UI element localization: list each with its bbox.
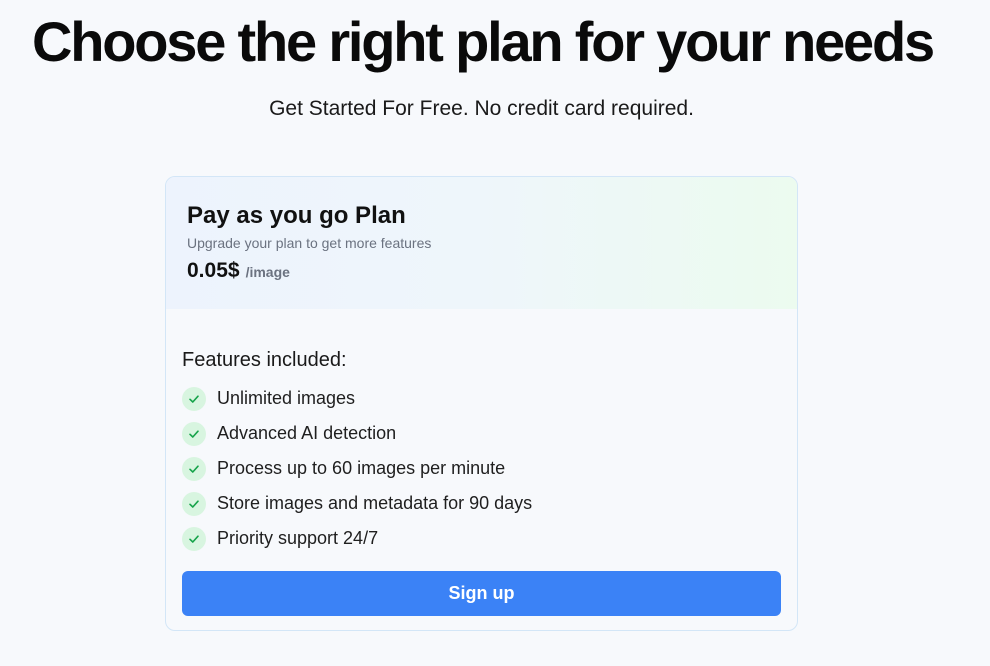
check-icon bbox=[182, 526, 206, 551]
page-title: Choose the right plan for your needs bbox=[32, 10, 935, 73]
feature-label: Advanced AI detection bbox=[217, 423, 397, 443]
plan-card: Pay as you go Plan Upgrade your plan to … bbox=[165, 176, 798, 631]
check-icon bbox=[182, 386, 206, 411]
feature-item: Unlimited images bbox=[182, 381, 781, 416]
feature-item: Store images and metadata for 90 days bbox=[182, 486, 781, 521]
page-subtitle: Get Started For Free. No credit card req… bbox=[269, 97, 694, 120]
check-icon bbox=[182, 456, 206, 481]
features-title: Features included: bbox=[182, 349, 347, 371]
price-row: 0.05$ /image bbox=[187, 259, 776, 283]
feature-list: Unlimited images Advanced AI detection P… bbox=[182, 381, 781, 556]
plan-card-header: Pay as you go Plan Upgrade your plan to … bbox=[166, 177, 797, 309]
plan-card-body: Features included: Unlimited images Adva… bbox=[166, 309, 797, 616]
plan-description: Upgrade your plan to get more features bbox=[187, 235, 432, 251]
pricing-page: Choose the right plan for your needs Get… bbox=[0, 0, 990, 666]
feature-item: Advanced AI detection bbox=[182, 416, 781, 451]
feature-label: Process up to 60 images per minute bbox=[217, 458, 506, 478]
check-icon bbox=[182, 491, 206, 516]
feature-item: Process up to 60 images per minute bbox=[182, 451, 781, 486]
plan-price: 0.05$ bbox=[187, 259, 240, 282]
feature-label: Store images and metadata for 90 days bbox=[217, 493, 533, 513]
sign-up-button[interactable]: Sign up bbox=[182, 571, 781, 616]
feature-label: Unlimited images bbox=[217, 388, 356, 408]
check-icon bbox=[182, 421, 206, 446]
feature-item: Priority support 24/7 bbox=[182, 521, 781, 556]
feature-label: Priority support 24/7 bbox=[217, 528, 379, 548]
price-unit: /image bbox=[245, 264, 290, 280]
plan-name: Pay as you go Plan bbox=[187, 202, 406, 229]
